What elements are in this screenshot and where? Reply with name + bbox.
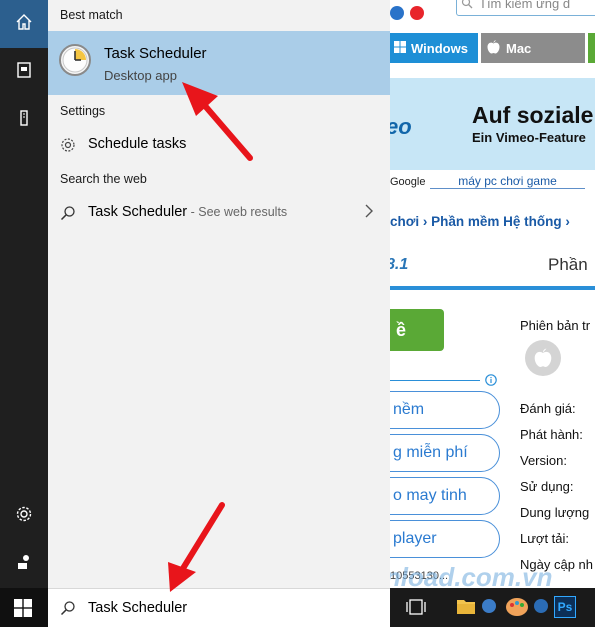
info-downloads-label: Lượt tải: — [520, 531, 570, 546]
best-match-type: Desktop app — [104, 68, 177, 83]
taskbar-start — [0, 588, 48, 627]
tag-pill-4[interactable]: player — [390, 520, 500, 558]
banner-headline: Auf soziale — [472, 102, 594, 128]
watermark: Download.com.vn — [390, 562, 553, 588]
start-rail — [0, 0, 48, 588]
ad-banner[interactable]: eo Auf soziale Ein Vimeo-Feature — [390, 78, 595, 170]
taskbar-apps: Ps — [390, 588, 595, 627]
google-label: Google — [390, 176, 426, 188]
tab-windows[interactable]: Windows — [390, 33, 478, 63]
info-size-label: Dung lượng — [520, 505, 590, 520]
red-dot — [410, 6, 424, 20]
tab-mac-label: Mac — [506, 40, 532, 56]
info-license-label: Sử dụng: — [520, 479, 574, 494]
tag-pill-2[interactable]: g miễn phí — [390, 434, 500, 472]
gear-icon — [15, 505, 33, 528]
settings-result-label: Schedule tasks — [88, 136, 187, 152]
settings-heading: Settings — [60, 104, 106, 118]
download-button-label: ề — [396, 319, 407, 340]
breadcrumb[interactable]: chơi › Phần mềm Hệ thống › — [390, 214, 570, 229]
home-button[interactable] — [0, 0, 48, 48]
home-icon — [15, 13, 33, 36]
info-publisher-label: Phát hành: — [520, 427, 583, 442]
tab-windows-label: Windows — [411, 40, 468, 56]
tag-pill-1[interactable]: nềm — [390, 391, 500, 429]
task-view-icon[interactable] — [406, 599, 426, 620]
clock-icon — [58, 43, 92, 82]
file-explorer-icon[interactable] — [456, 597, 476, 620]
divider-line — [390, 286, 595, 290]
best-match-item[interactable]: Task Scheduler Desktop app — [48, 31, 390, 95]
tag-pill-3-label: o may tinh — [393, 487, 467, 504]
search-input-value[interactable]: Task Scheduler — [88, 600, 187, 616]
app-version-text: 8.1 — [390, 256, 409, 273]
tower-icon — [15, 109, 33, 132]
taskbar-search-box[interactable]: Task Scheduler — [48, 588, 390, 627]
google-search-link[interactable]: máy pc chơi game — [430, 174, 585, 189]
documents-button[interactable] — [0, 48, 48, 96]
feedback-icon — [15, 553, 33, 576]
tag-pill-2-label: g miễn phí — [393, 444, 468, 461]
app2-icon[interactable] — [534, 599, 548, 613]
tab-android[interactable] — [588, 33, 595, 63]
background-webpage: Tìm kiếm ứng d Windows Mac eo Auf sozial… — [390, 0, 595, 588]
notebook-icon — [15, 61, 33, 84]
web-result-label: Task Scheduler — [88, 204, 188, 220]
devices-button[interactable] — [0, 96, 48, 144]
start-button[interactable] — [14, 599, 32, 622]
banner-subline: Ein Vimeo-Feature — [472, 130, 586, 145]
browser-icon[interactable] — [482, 599, 496, 613]
info-version-field-label: Version: — [520, 453, 567, 468]
phan-tab-text[interactable]: Phần — [548, 255, 588, 275]
apple-platform-icon — [525, 340, 561, 376]
web-result-suffix: - See web results — [187, 205, 288, 219]
search-icon — [60, 205, 76, 226]
info-rating-label: Đánh giá: — [520, 401, 576, 416]
info-version-label: Phiên bản tr — [520, 318, 591, 333]
site-search-placeholder: Tìm kiếm ứng d — [479, 0, 571, 11]
best-match-heading: Best match — [60, 8, 123, 22]
chevron-right-icon — [364, 203, 374, 224]
tag-pill-4-label: player — [393, 530, 437, 547]
settings-result-item[interactable]: Schedule tasks — [48, 128, 390, 162]
photoshop-icon[interactable]: Ps — [554, 596, 576, 618]
settings-gear-icon — [60, 137, 76, 158]
blue-dot — [390, 6, 404, 20]
search-results-panel: Best match Task Scheduler Desktop app Se… — [48, 0, 390, 588]
apple-logo-icon — [487, 39, 500, 57]
settings-button[interactable] — [0, 492, 48, 540]
web-result-item[interactable]: Task Scheduler - See web results — [48, 196, 390, 230]
pill-divider — [390, 380, 480, 381]
download-button[interactable]: ề — [390, 309, 444, 351]
best-match-name: Task Scheduler — [104, 45, 207, 62]
windows-logo-icon — [394, 40, 406, 56]
feedback-button[interactable] — [0, 540, 48, 588]
banner-logo: eo — [390, 114, 412, 139]
site-search-input[interactable]: Tìm kiếm ứng d — [456, 0, 595, 16]
info-icon[interactable] — [485, 373, 497, 391]
paint-icon[interactable] — [504, 594, 530, 625]
site-navbar: Windows Mac — [390, 33, 595, 63]
search-icon — [60, 600, 76, 621]
web-heading: Search the web — [60, 172, 147, 186]
tag-pill-1-label: nềm — [393, 401, 425, 418]
tab-mac[interactable]: Mac — [481, 33, 585, 63]
search-icon — [461, 0, 474, 15]
windows-start-icon — [14, 599, 32, 621]
tag-pill-3[interactable]: o may tinh — [390, 477, 500, 515]
